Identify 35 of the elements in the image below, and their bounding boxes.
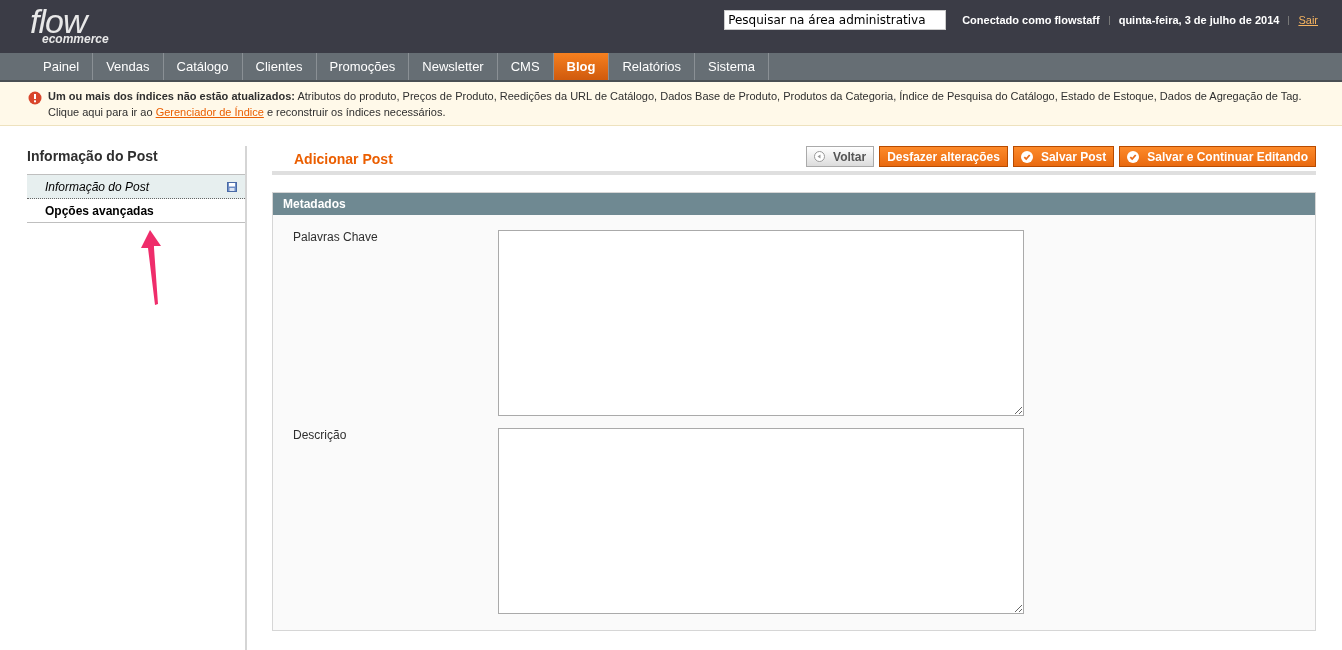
field-label: Descrição (293, 428, 348, 444)
search-field[interactable]: Pesquisar na área administrativa (724, 10, 947, 30)
nav-tab[interactable]: Clientes (242, 53, 317, 80)
notice-message: Um ou mais dos índices não estão atualizados: Atributos do produto, Preços de Produto, Reedições da URL de Catálogo, Dados Base de Produto, Produtos da Categoria, Índice de Pesquisa do Catálogo, Estado de Estoque, Dados de Agregação de Tag. (48, 90, 1302, 103)
index-manager-link[interactable]: Gerenciador de Índice (155, 106, 264, 118)
fieldset-header: Metadados (273, 193, 1315, 215)
nav-tab[interactable]: Blog (553, 53, 610, 80)
nav-tab[interactable]: Promoções (316, 53, 410, 80)
check-icon (1020, 150, 1033, 163)
nav-tab[interactable]: CMS (497, 53, 554, 80)
sidebar-tab[interactable]: Informação do Post (27, 175, 245, 199)
field-label: Palavras Chave (293, 230, 379, 246)
nav-tab[interactable]: Vendas (93, 53, 164, 80)
date-text: quinta-feira, 3 de julho de 2014 (1118, 14, 1280, 26)
notice-message: Clique aqui para ir ao Gerenciador de Índice e reconstruir os índices necessários. (48, 106, 447, 119)
text-area[interactable] (498, 230, 1024, 416)
text-area[interactable] (498, 428, 1024, 614)
save-button[interactable]: Salvar e Continuar Editando (1119, 146, 1316, 167)
error-icon (28, 91, 42, 105)
save-icon (227, 182, 237, 192)
logout-link[interactable]: Sair (1298, 14, 1318, 26)
sidebar-tab[interactable]: Opções avançadas (27, 199, 245, 222)
nav-tab[interactable]: Painel (30, 53, 94, 80)
reset-button[interactable]: Desfazer alterações (879, 146, 1008, 167)
sidebar-title: Informação do Post (27, 148, 159, 164)
user-status: Conectado como flowstaff (962, 14, 1100, 26)
nav-tab[interactable]: Catálogo (163, 53, 243, 80)
nav-tab[interactable]: Relatórios (609, 53, 695, 80)
back-icon (814, 151, 826, 162)
nav-tab[interactable]: Sistema (695, 53, 769, 80)
nav-tab[interactable]: Newsletter (409, 53, 498, 80)
back-button[interactable]: Voltar (806, 146, 875, 167)
page-title: Adicionar Post (294, 151, 393, 167)
check-icon (1127, 150, 1140, 163)
save-button[interactable]: Salvar Post (1012, 146, 1115, 167)
